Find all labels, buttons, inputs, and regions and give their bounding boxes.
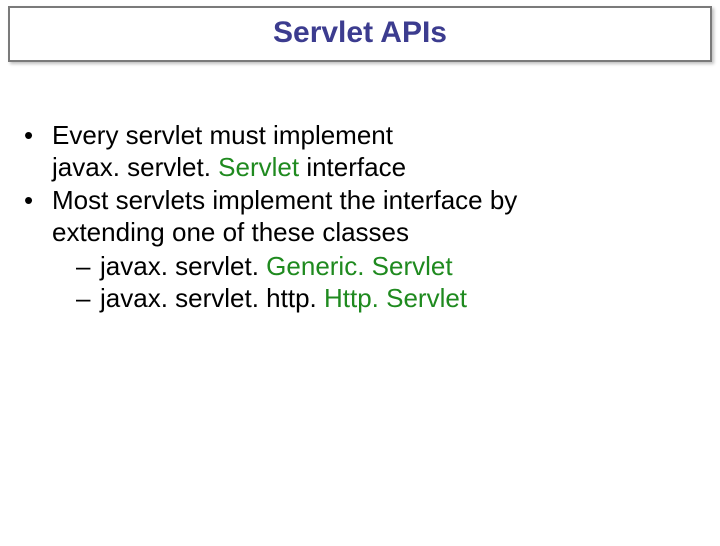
class-name: Generic. Servlet — [266, 251, 452, 281]
dash-mark: – — [76, 283, 100, 315]
class-name: Servlet — [218, 152, 299, 182]
title-box: Servlet APIs — [8, 6, 712, 62]
bullet-item: • Most servlets implement the interface … — [24, 185, 700, 314]
sub-text: javax. servlet. http. Http. Servlet — [100, 283, 467, 315]
class-name: Http. Servlet — [324, 283, 467, 313]
text-fragment: interface — [299, 152, 406, 182]
text-fragment: extending one of these classes — [52, 217, 409, 247]
slide-title: Servlet APIs — [273, 16, 447, 49]
dash-mark: – — [76, 251, 100, 283]
bullet-mark: • — [24, 120, 52, 152]
bullet-text: Most servlets implement the interface by… — [52, 185, 700, 314]
bullet-item: • Every servlet must implement javax. se… — [24, 120, 700, 183]
text-fragment: Every servlet must implement — [52, 120, 393, 150]
content-area: • Every servlet must implement javax. se… — [0, 120, 720, 314]
text-fragment: javax. servlet. — [100, 251, 266, 281]
sub-item: – javax. servlet. http. Http. Servlet — [76, 283, 700, 315]
bullet-text: Every servlet must implement javax. serv… — [52, 120, 700, 183]
text-fragment: Most servlets implement the interface by — [52, 185, 517, 215]
text-fragment: javax. servlet. http. — [100, 283, 324, 313]
sub-list: – javax. servlet. Generic. Servlet – jav… — [52, 251, 700, 314]
text-fragment: javax. servlet. — [52, 152, 218, 182]
sub-item: – javax. servlet. Generic. Servlet — [76, 251, 700, 283]
bullet-mark: • — [24, 185, 52, 217]
sub-text: javax. servlet. Generic. Servlet — [100, 251, 453, 283]
